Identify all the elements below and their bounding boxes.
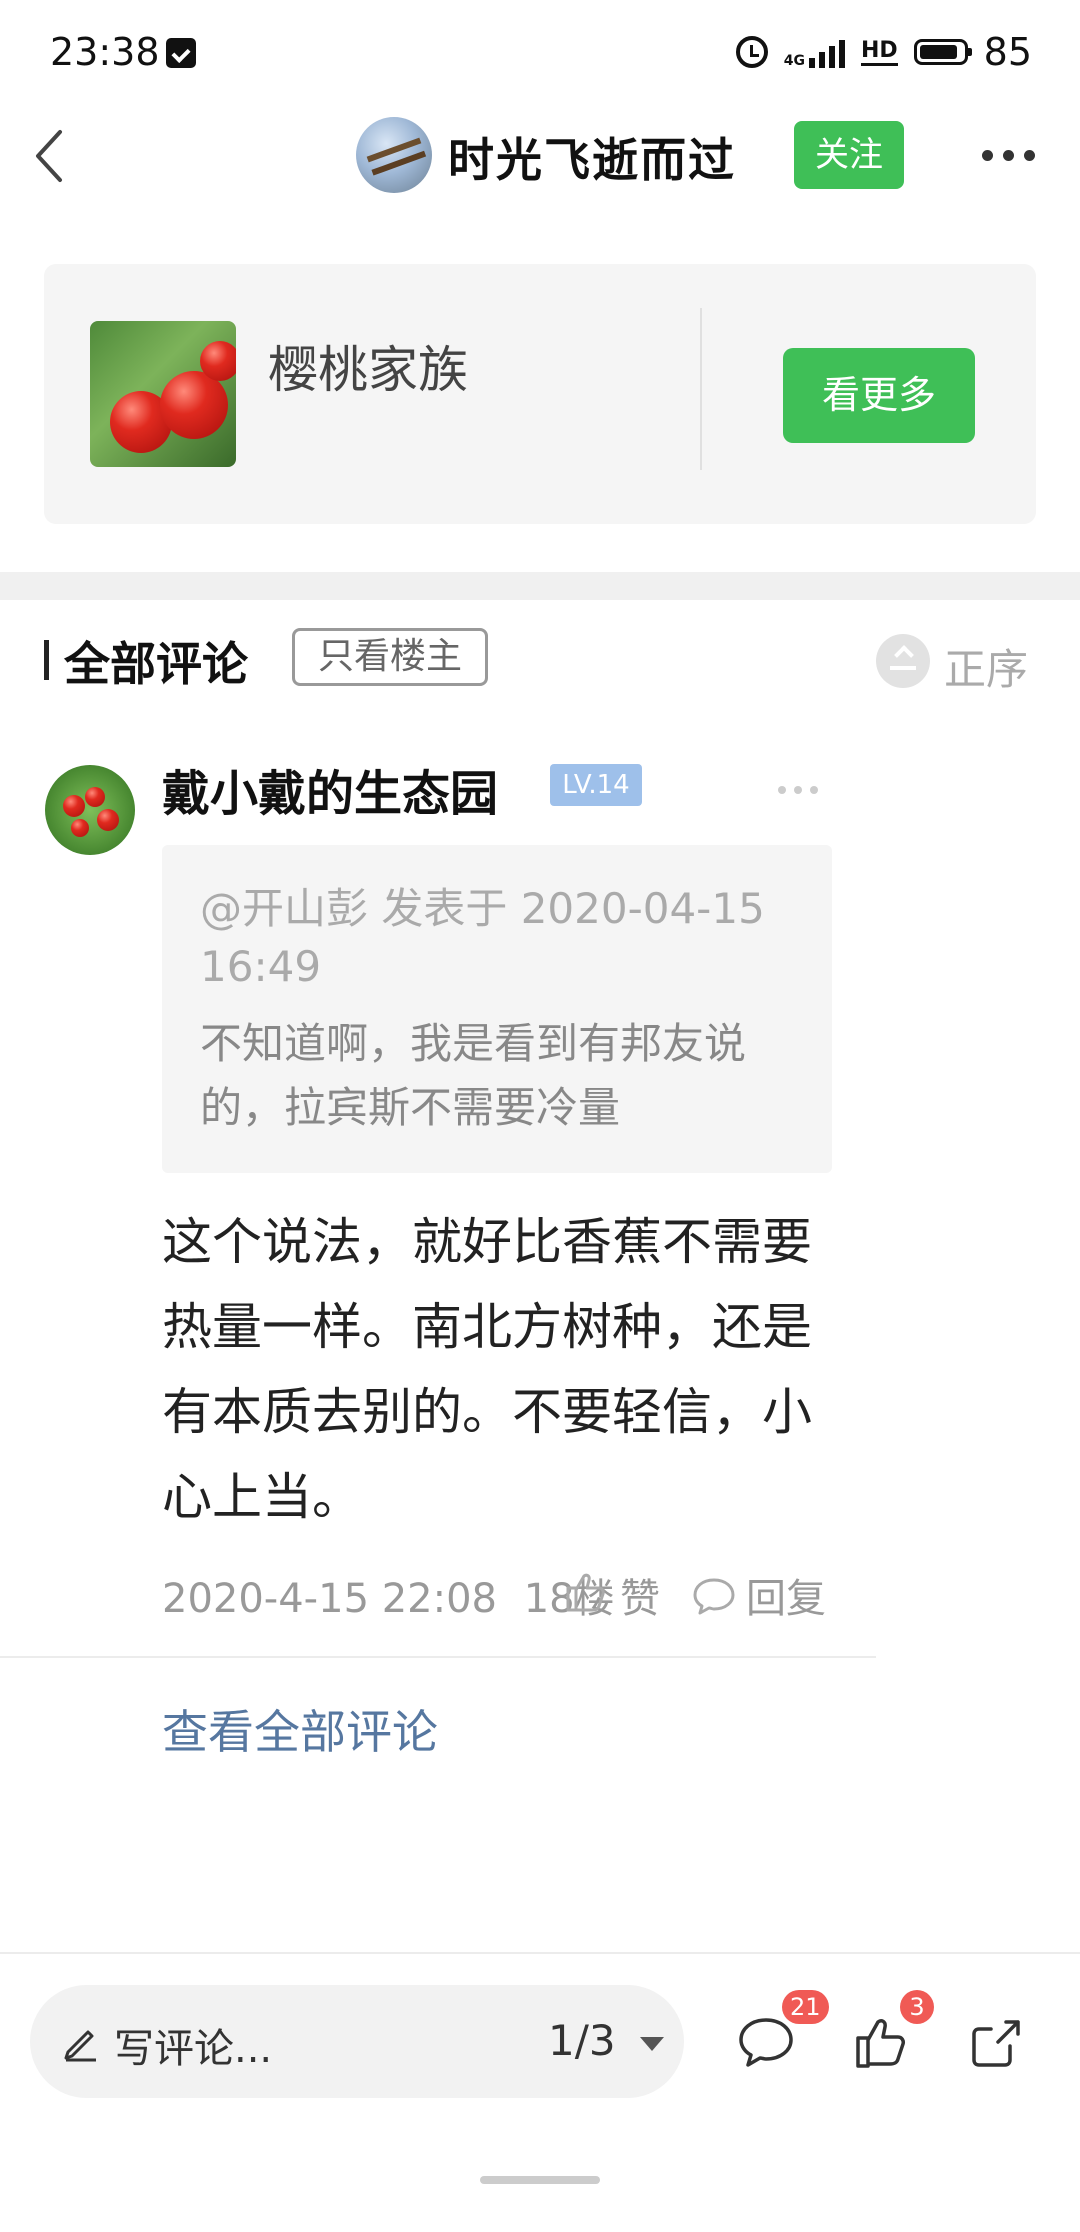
page-indicator[interactable]: 1/3 bbox=[548, 2016, 616, 2065]
comment-body: 这个说法，就好比香蕉不需要热量一样。南北方树种，还是有本质去别的。不要轻信，小心… bbox=[162, 1213, 812, 1526]
signal-icon: 4G bbox=[784, 36, 845, 68]
pencil-icon bbox=[64, 2030, 96, 2062]
author-avatar[interactable] bbox=[356, 117, 432, 193]
divider bbox=[0, 1952, 1080, 1954]
sort-icon[interactable] bbox=[876, 634, 930, 688]
like-count-icon[interactable] bbox=[852, 2012, 912, 2072]
section-marker bbox=[44, 640, 49, 680]
comment-count-badge: 21 bbox=[782, 1990, 829, 2024]
divider bbox=[700, 308, 702, 470]
quote-text: 不知道啊，我是看到有邦友说的，拉宾斯不需要冷量 bbox=[200, 1019, 747, 1132]
home-indicator[interactable] bbox=[480, 2176, 600, 2184]
level-badge: LV.14 bbox=[550, 764, 642, 806]
sort-order-button[interactable]: 正序 bbox=[944, 636, 1028, 697]
more-options-icon[interactable] bbox=[982, 150, 1035, 161]
section-separator bbox=[0, 572, 1080, 600]
follow-button[interactable]: 关注 bbox=[794, 121, 904, 189]
see-more-button[interactable]: 看更多 bbox=[783, 348, 975, 443]
quote-meta: @开山彭 发表于 2020-04-15 16:49 bbox=[200, 884, 765, 991]
commenter-avatar[interactable] bbox=[45, 765, 135, 855]
alarm-icon bbox=[735, 36, 768, 68]
divider bbox=[0, 1656, 876, 1658]
commenter-name[interactable]: 戴小戴的生态园 bbox=[162, 754, 498, 824]
status-icons: 4G HD 85 bbox=[735, 30, 1032, 74]
group-name: 樱桃家族 bbox=[268, 341, 468, 399]
battery-icon bbox=[913, 39, 972, 65]
network-type: 4G bbox=[783, 53, 805, 69]
comment-more-icon[interactable] bbox=[778, 786, 818, 794]
write-comment-placeholder[interactable]: 写评论... bbox=[114, 2016, 272, 2074]
like-button[interactable]: 赞 bbox=[620, 1566, 660, 1624]
status-time: 23:38 bbox=[50, 30, 160, 74]
comment-icon[interactable] bbox=[736, 2014, 796, 2070]
like-count-badge: 3 bbox=[900, 1990, 934, 2024]
group-thumbnail bbox=[90, 321, 236, 467]
view-all-comments-link[interactable]: 查看全部评论 bbox=[162, 1696, 438, 1762]
message-notification-icon bbox=[166, 38, 196, 68]
hd-icon: HD bbox=[860, 38, 898, 66]
comment-meta: 2020-4-15 22:08 18楼 bbox=[162, 1566, 615, 1624]
comment-timestamp: 2020-4-15 22:08 bbox=[162, 1576, 497, 1622]
like-icon[interactable] bbox=[562, 1568, 610, 1616]
battery-level: 85 bbox=[983, 30, 1032, 74]
owner-only-button[interactable]: 只看楼主 bbox=[292, 628, 488, 686]
author-name[interactable]: 时光飞逝而过 bbox=[448, 124, 736, 190]
reply-icon[interactable] bbox=[692, 1576, 736, 1616]
dropdown-icon[interactable] bbox=[640, 2037, 664, 2051]
back-arrow-icon[interactable] bbox=[28, 126, 74, 186]
share-icon[interactable] bbox=[966, 2012, 1026, 2072]
reply-button[interactable]: 回复 bbox=[746, 1566, 826, 1624]
comments-title: 全部评论 bbox=[64, 637, 248, 691]
